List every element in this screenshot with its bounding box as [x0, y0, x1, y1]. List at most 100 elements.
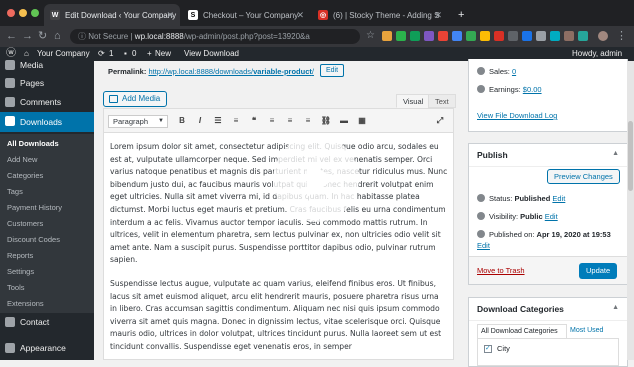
bullet-list-icon[interactable]: ☰ — [212, 115, 224, 127]
not-secure-label: Not Secure — [88, 32, 129, 41]
profile-avatar[interactable] — [598, 31, 608, 41]
close-icon[interactable]: ✕ — [296, 10, 304, 21]
forward-arrow-icon[interactable]: → — [22, 30, 33, 42]
toolbar-toggle-icon[interactable]: ▦ — [356, 115, 368, 127]
add-media-button[interactable]: Add Media — [103, 91, 168, 107]
categories-title-text: Download Categories — [477, 304, 564, 314]
scrollbar-thumb[interactable] — [628, 121, 633, 191]
updates-count[interactable]: 1 — [109, 47, 113, 61]
tab-text[interactable]: Text — [428, 94, 456, 108]
submenu-all-downloads[interactable]: All Downloads — [7, 139, 59, 148]
preview-changes-button[interactable]: Preview Changes — [547, 169, 620, 184]
format-select[interactable]: Paragraph ▼ — [108, 115, 168, 128]
brush-icon — [5, 343, 15, 353]
view-download-link[interactable]: View Download — [184, 47, 239, 61]
tab-checkout[interactable]: S Checkout – Your Company ✕ — [182, 4, 310, 26]
chart-icon — [477, 85, 485, 93]
extension-icon[interactable] — [452, 31, 462, 41]
close-window-dot[interactable] — [7, 9, 15, 17]
submenu-tags[interactable]: Tags — [7, 187, 23, 196]
close-icon[interactable]: ✕ — [166, 10, 174, 21]
sales-value-link[interactable]: 0 — [512, 67, 516, 76]
move-to-trash-link[interactable]: Move to Trash — [477, 266, 525, 275]
extension-icon[interactable] — [508, 31, 518, 41]
submenu-reports[interactable]: Reports — [7, 251, 33, 260]
sidebar-item-comments[interactable]: Comments — [0, 93, 94, 111]
sidebar-item-media[interactable]: Media — [0, 56, 94, 74]
tab-stocky[interactable]: ◎ (6) | Stocky Theme - Adding S ✕ — [312, 4, 448, 26]
tab-edit-download[interactable]: W Edit Download ‹ Your Company ✕ — [44, 4, 180, 26]
extension-icon[interactable] — [578, 31, 588, 41]
collapse-icon[interactable]: ▲ — [612, 304, 619, 311]
checkbox-checked-icon[interactable]: ✓ — [484, 345, 492, 353]
align-right-icon[interactable]: ≡ — [302, 115, 314, 127]
page-scrollbar[interactable] — [627, 61, 634, 360]
blockquote-icon[interactable]: ❝ — [248, 115, 260, 127]
align-left-icon[interactable]: ≡ — [266, 115, 278, 127]
submenu-tools[interactable]: Tools — [7, 283, 25, 292]
home-icon[interactable]: ⌂ — [54, 30, 61, 42]
comments-count[interactable]: 0 — [132, 47, 136, 61]
update-button[interactable]: Update — [579, 263, 618, 279]
permalink-link[interactable]: http://wp.local:8888/downloads/variable-… — [148, 67, 314, 76]
extension-icon[interactable] — [438, 31, 448, 41]
minimize-window-dot[interactable] — [19, 9, 27, 17]
view-log-link[interactable]: View File Download Log — [477, 111, 557, 120]
content-editor[interactable]: Paragraph ▼ B I ☰ ≡ ❝ ≡ ≡ ≡ ⛓ ▬ ▦ ⤢ Lorem… — [103, 108, 454, 360]
extension-icon[interactable] — [564, 31, 574, 41]
submenu-extensions[interactable]: Extensions — [7, 299, 44, 308]
submenu-add-new[interactable]: Add New — [7, 155, 37, 164]
extension-icon[interactable] — [480, 31, 490, 41]
edit-status-link[interactable]: Edit — [552, 194, 565, 203]
close-icon[interactable]: ✕ — [434, 10, 442, 21]
video-play-button[interactable] — [273, 136, 359, 222]
extension-icon[interactable] — [494, 31, 504, 41]
tab-most-used[interactable]: Most Used — [570, 324, 603, 338]
read-more-icon[interactable]: ▬ — [338, 115, 350, 127]
edit-date-link[interactable]: Edit — [477, 241, 490, 250]
comments-icon[interactable]: ▪ — [124, 47, 127, 61]
extension-icon[interactable] — [522, 31, 532, 41]
updates-icon[interactable]: ⟳ — [98, 47, 105, 61]
sidebar-item-contact[interactable]: Contact — [0, 313, 94, 331]
earnings-value-link[interactable]: $0.00 — [523, 85, 542, 94]
permalink-row: Permalink: http://wp.local:8888/download… — [108, 67, 314, 76]
back-arrow-icon[interactable]: ← — [6, 30, 17, 42]
fullscreen-icon[interactable]: ⤢ — [434, 115, 446, 127]
reload-icon[interactable]: ↻ — [38, 30, 47, 42]
address-bar: ← → ↻ ⌂ ⓘ Not Secure | wp.local:8888/wp-… — [0, 26, 634, 47]
bold-icon[interactable]: B — [176, 115, 188, 127]
italic-icon[interactable]: I — [194, 115, 206, 127]
maximize-window-dot[interactable] — [31, 9, 39, 17]
extension-icon[interactable] — [424, 31, 434, 41]
link-icon[interactable]: ⛓ — [320, 115, 332, 127]
sidebar-item-pages[interactable]: Pages — [0, 74, 94, 92]
align-center-icon[interactable]: ≡ — [284, 115, 296, 127]
submenu-payment-history[interactable]: Payment History — [7, 203, 62, 212]
sidebar-item-downloads[interactable]: Downloads — [0, 112, 94, 132]
tab-all-categories[interactable]: All Download Categories — [477, 324, 567, 338]
more-menu-icon[interactable]: ⋮ — [616, 30, 627, 42]
pin-icon — [477, 194, 485, 202]
extension-icon[interactable] — [466, 31, 476, 41]
edit-permalink-button[interactable]: Edit — [320, 64, 345, 77]
new-tab-button[interactable]: + — [452, 4, 466, 26]
new-content-link[interactable]: New — [155, 47, 171, 61]
submenu-discount-codes[interactable]: Discount Codes — [7, 235, 60, 244]
submenu-customers[interactable]: Customers — [7, 219, 43, 228]
submenu-categories[interactable]: Categories — [7, 171, 43, 180]
collapse-icon[interactable]: ▲ — [612, 150, 619, 157]
extension-icon[interactable] — [396, 31, 406, 41]
publish-title-text: Publish — [477, 150, 508, 160]
extension-icon[interactable] — [550, 31, 560, 41]
url-field[interactable]: ⓘ Not Secure | wp.local:8888/wp-admin/po… — [70, 29, 360, 44]
star-icon[interactable]: ☆ — [366, 30, 375, 42]
tab-visual[interactable]: Visual — [396, 94, 431, 108]
extension-icon[interactable] — [410, 31, 420, 41]
numbered-list-icon[interactable]: ≡ — [230, 115, 242, 127]
submenu-settings[interactable]: Settings — [7, 267, 34, 276]
edit-visibility-link[interactable]: Edit — [545, 212, 558, 221]
extension-icon[interactable] — [382, 31, 392, 41]
sidebar-item-appearance[interactable]: Appearance — [0, 339, 94, 357]
extension-icon[interactable] — [536, 31, 546, 41]
